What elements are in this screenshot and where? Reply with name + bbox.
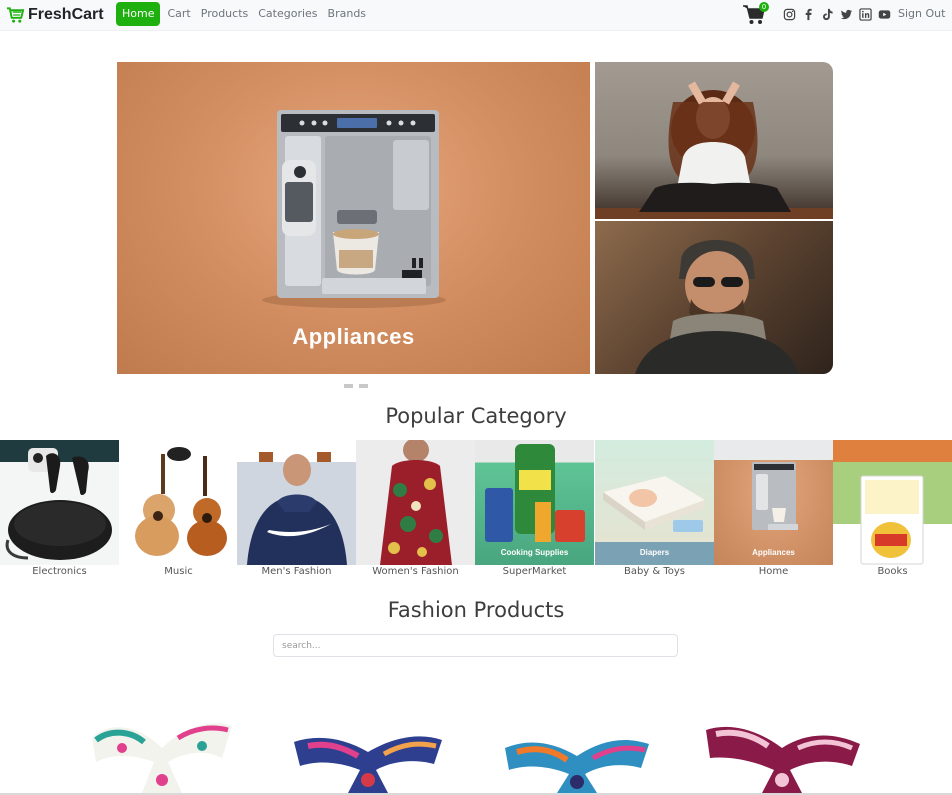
category-label: Music [164, 566, 193, 577]
diapers-graphic [595, 476, 714, 565]
woman-fashion-image[interactable] [595, 62, 833, 219]
nav-home[interactable]: Home [116, 2, 161, 26]
hero-side-images [595, 62, 833, 374]
scarf-image [294, 736, 442, 793]
category-item[interactable]: Men's Fashion [237, 440, 356, 585]
category-label: Books [877, 566, 908, 577]
scarf-image [706, 726, 860, 793]
facebook-icon[interactable] [802, 8, 815, 21]
youtube-icon[interactable] [878, 8, 891, 21]
product-card[interactable] [702, 718, 862, 793]
category-label: Electronics [32, 566, 87, 577]
scarf-image [505, 740, 649, 793]
nav-brands[interactable]: Brands [323, 2, 372, 26]
category-image-caption: Appliances [752, 548, 795, 557]
carousel-indicators [344, 384, 368, 389]
category-image [237, 440, 356, 565]
search-input[interactable] [273, 634, 678, 657]
product-card[interactable] [288, 718, 448, 793]
twitter-icon[interactable] [840, 8, 853, 21]
category-image: Appliances [714, 440, 833, 565]
category-item[interactable]: Diapers Baby & Toys [595, 440, 714, 585]
man-fashion-image[interactable] [595, 221, 833, 374]
earbuds-graphic [0, 440, 119, 560]
nav-links: Home Cart Products Categories Brands [116, 2, 371, 26]
man-portrait-graphic [635, 239, 799, 374]
category-item[interactable]: Music [119, 440, 238, 585]
category-item[interactable]: Women's Fashion [356, 440, 475, 585]
category-item[interactable]: Appliances Home [714, 440, 833, 585]
category-image [0, 440, 119, 565]
social-links [783, 7, 891, 21]
nav-cart[interactable]: Cart [162, 2, 195, 26]
category-label: Women's Fashion [372, 566, 459, 577]
category-slider: Electronics Music Men's Fashion Women's … [0, 440, 952, 585]
fashion-products-title: Fashion Products [387, 598, 565, 622]
category-item[interactable]: Cooking Supplies SuperMarket [475, 440, 594, 585]
category-image-caption: Cooking Supplies [500, 548, 569, 557]
category-label: Home [758, 566, 789, 577]
floral-dress-graphic [380, 440, 452, 565]
hero-main-slide[interactable]: Appliances [117, 62, 590, 374]
category-item[interactable]: Electronics [0, 440, 119, 585]
appliance-graphic [714, 440, 833, 530]
sign-out-link[interactable]: Sign Out [898, 4, 945, 24]
category-label: SuperMarket [502, 566, 567, 577]
nav-categories[interactable]: Categories [253, 2, 322, 26]
grocery-graphic [485, 444, 585, 542]
category-item[interactable]: Books [833, 440, 952, 585]
hoodie-graphic [237, 452, 356, 565]
navbar: FreshCart Home Cart Products Categories … [0, 0, 952, 31]
popular-category-title: Popular Category [385, 404, 567, 428]
instagram-icon[interactable] [783, 8, 796, 21]
nav-products[interactable]: Products [196, 2, 254, 26]
product-card[interactable] [82, 718, 242, 793]
carousel-dot-2[interactable] [359, 384, 368, 388]
guitars-graphic [135, 447, 227, 556]
category-image [833, 440, 952, 565]
linkedin-icon[interactable] [859, 7, 872, 21]
hero-caption: Appliances [292, 324, 415, 349]
category-image [119, 440, 238, 565]
books-graphic [833, 440, 952, 565]
carousel-dot-1[interactable] [344, 384, 353, 388]
category-label: Men's Fashion [261, 566, 332, 577]
shopping-cart-logo-icon [6, 7, 25, 23]
woman-portrait-graphic [595, 81, 833, 219]
category-image: Diapers [595, 440, 714, 565]
scarf-image [92, 723, 232, 793]
tiktok-icon[interactable] [821, 8, 834, 21]
product-card[interactable] [497, 718, 657, 793]
category-image-caption: Diapers [639, 548, 670, 557]
brand-logo[interactable]: FreshCart [6, 4, 104, 26]
brand-name: FreshCart [28, 6, 104, 23]
cart-count-badge: 0 [759, 2, 769, 12]
category-image: Cooking Supplies [475, 440, 594, 565]
cart-button[interactable]: 0 [743, 2, 769, 26]
category-label: Baby & Toys [623, 566, 686, 577]
category-image [356, 440, 475, 565]
